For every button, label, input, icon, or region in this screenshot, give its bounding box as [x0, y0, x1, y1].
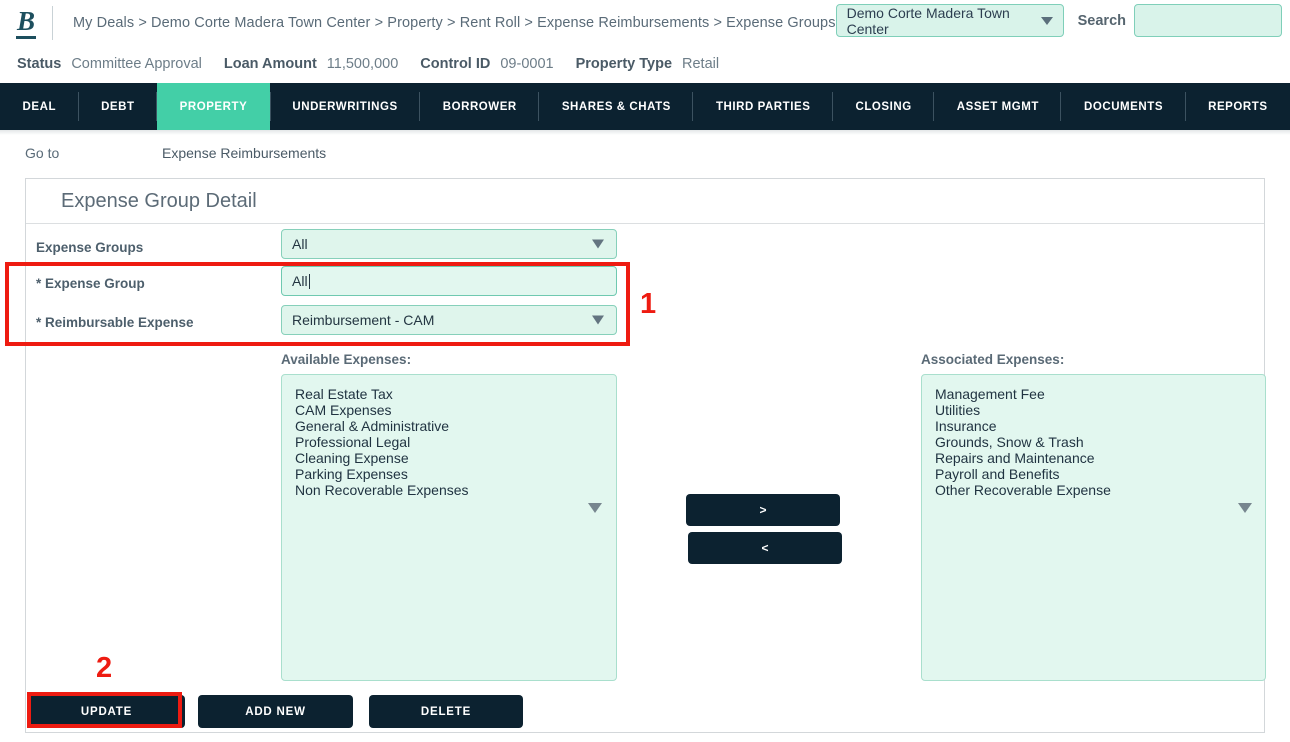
search-label: Search — [1077, 12, 1126, 29]
tab-asset-mgmt[interactable]: ASSET MGMT — [934, 83, 1062, 130]
expense-group-value: All — [292, 273, 308, 289]
tab-closing[interactable]: CLOSING — [833, 83, 935, 130]
list-item[interactable]: Parking Expenses — [294, 466, 616, 482]
tab-shares-and-chats-label: SHARES & CHATS — [561, 100, 671, 113]
status-bar: Status Committee Approval Loan Amount 11… — [0, 45, 1290, 83]
associated-expenses-label: Associated Expenses: — [921, 352, 1065, 367]
tab-reports[interactable]: REPORTS — [1186, 83, 1290, 130]
goto-row: Go to Expense Reimbursements — [0, 135, 1290, 170]
chevron-down-icon — [592, 315, 604, 325]
expense-groups-dropdown[interactable]: All — [281, 229, 617, 259]
available-expenses-listbox[interactable]: Real Estate Tax CAM Expenses General & A… — [281, 374, 617, 681]
list-item[interactable]: Insurance — [934, 418, 1265, 434]
tab-reports-label: REPORTS — [1208, 100, 1268, 113]
list-item[interactable]: Utilities — [934, 402, 1265, 418]
top-bar-right-group: Demo Corte Madera Town Center Search — [835, 4, 1282, 37]
add-new-button[interactable]: ADD NEW — [198, 695, 353, 728]
chevron-down-icon — [592, 239, 604, 249]
scroll-down-icon[interactable] — [588, 503, 602, 513]
tab-property[interactable]: PROPERTY — [157, 83, 270, 130]
text-cursor — [308, 273, 310, 289]
tab-debt[interactable]: DEBT — [79, 83, 158, 130]
page-title: Expense Group Detail — [26, 179, 1264, 224]
list-item[interactable]: Other Recoverable Expense — [934, 482, 1265, 498]
list-item[interactable]: Repairs and Maintenance — [934, 450, 1265, 466]
tab-borrower[interactable]: BORROWER — [420, 83, 540, 130]
tab-shares-and-chats[interactable]: SHARES & CHATS — [539, 83, 694, 130]
list-item[interactable]: Real Estate Tax — [294, 386, 616, 402]
tab-borrower-label: BORROWER — [442, 100, 517, 113]
status-key-control-id: Control ID — [420, 56, 491, 72]
tab-third-parties[interactable]: THIRD PARTIES — [693, 83, 833, 130]
list-item[interactable]: Non Recoverable Expenses — [294, 482, 616, 498]
tab-third-parties-label: THIRD PARTIES — [715, 100, 811, 113]
available-expenses-label: Available Expenses: — [281, 352, 412, 367]
list-item[interactable]: Cleaning Expense — [294, 450, 616, 466]
top-bar: B My Deals > Demo Corte Madera Town Cent… — [0, 0, 1290, 45]
list-item[interactable]: Professional Legal — [294, 434, 616, 450]
status-key-property-type: Property Type — [575, 56, 673, 72]
tab-closing-label: CLOSING — [855, 100, 912, 113]
expense-groups-value: All — [292, 236, 308, 252]
reimbursable-expense-dropdown[interactable]: Reimbursement - CAM — [281, 305, 617, 335]
associated-expenses-listbox[interactable]: Management Fee Utilities Insurance Groun… — [921, 374, 1266, 681]
main-navigation-tabs: DEAL DEBT PROPERTY UNDERWRITINGS BORROWE… — [0, 83, 1290, 130]
tab-documents-label: DOCUMENTS — [1083, 100, 1164, 113]
tab-underwritings[interactable]: UNDERWRITINGS — [269, 83, 421, 130]
tab-underwritings-label: UNDERWRITINGS — [292, 100, 398, 113]
list-item[interactable]: Payroll and Benefits — [934, 466, 1265, 482]
list-item[interactable]: Grounds, Snow & Trash — [934, 434, 1265, 450]
app-logo[interactable]: B — [0, 6, 52, 39]
expense-groups-label: Expense Groups — [36, 240, 144, 255]
tab-deal-label: DEAL — [22, 100, 57, 113]
tab-property-label: PROPERTY — [179, 100, 248, 113]
deal-selector-value: Demo Corte Madera Town Center — [846, 4, 1010, 37]
status-key-loan-amount: Loan Amount — [223, 56, 317, 72]
list-item[interactable]: CAM Expenses — [294, 402, 616, 418]
reimbursable-expense-label: * Reimbursable Expense — [36, 315, 194, 330]
status-value-status: Committee Approval — [71, 56, 202, 72]
goto-value[interactable]: Expense Reimbursements — [162, 145, 326, 161]
move-right-button[interactable]: > — [686, 494, 840, 526]
deal-selector-dropdown[interactable]: Demo Corte Madera Town Center — [835, 4, 1064, 37]
status-key-status: Status — [17, 56, 62, 72]
list-item[interactable]: General & Administrative — [294, 418, 616, 434]
expense-group-input[interactable]: All — [281, 266, 617, 296]
expense-group-detail-panel: Expense Group Detail Expense Groups All … — [25, 178, 1266, 733]
logo-letter: B — [15, 8, 36, 39]
chevron-down-icon — [1040, 16, 1053, 25]
tab-asset-mgmt-label: ASSET MGMT — [956, 100, 1039, 113]
goto-label: Go to — [25, 144, 60, 161]
expense-group-label: * Expense Group — [36, 276, 145, 291]
tab-debt-label: DEBT — [101, 100, 135, 113]
move-left-button[interactable]: < — [688, 532, 842, 564]
tab-deal[interactable]: DEAL — [0, 83, 79, 130]
scroll-down-icon[interactable] — [1238, 503, 1252, 513]
status-value-control-id: 09-0001 — [500, 56, 554, 72]
breadcrumb[interactable]: My Deals > Demo Corte Madera Town Center… — [73, 15, 836, 31]
search-input[interactable] — [1134, 4, 1282, 37]
list-item[interactable]: Management Fee — [934, 386, 1265, 402]
status-value-loan-amount: 11,500,000 — [326, 56, 399, 72]
delete-button[interactable]: DELETE — [369, 695, 523, 728]
logo-divider — [52, 5, 53, 40]
status-value-property-type: Retail — [682, 56, 720, 72]
reimbursable-expense-value: Reimbursement - CAM — [292, 312, 435, 328]
update-button[interactable]: UPDATE — [28, 695, 185, 728]
tab-documents[interactable]: DOCUMENTS — [1061, 83, 1186, 130]
